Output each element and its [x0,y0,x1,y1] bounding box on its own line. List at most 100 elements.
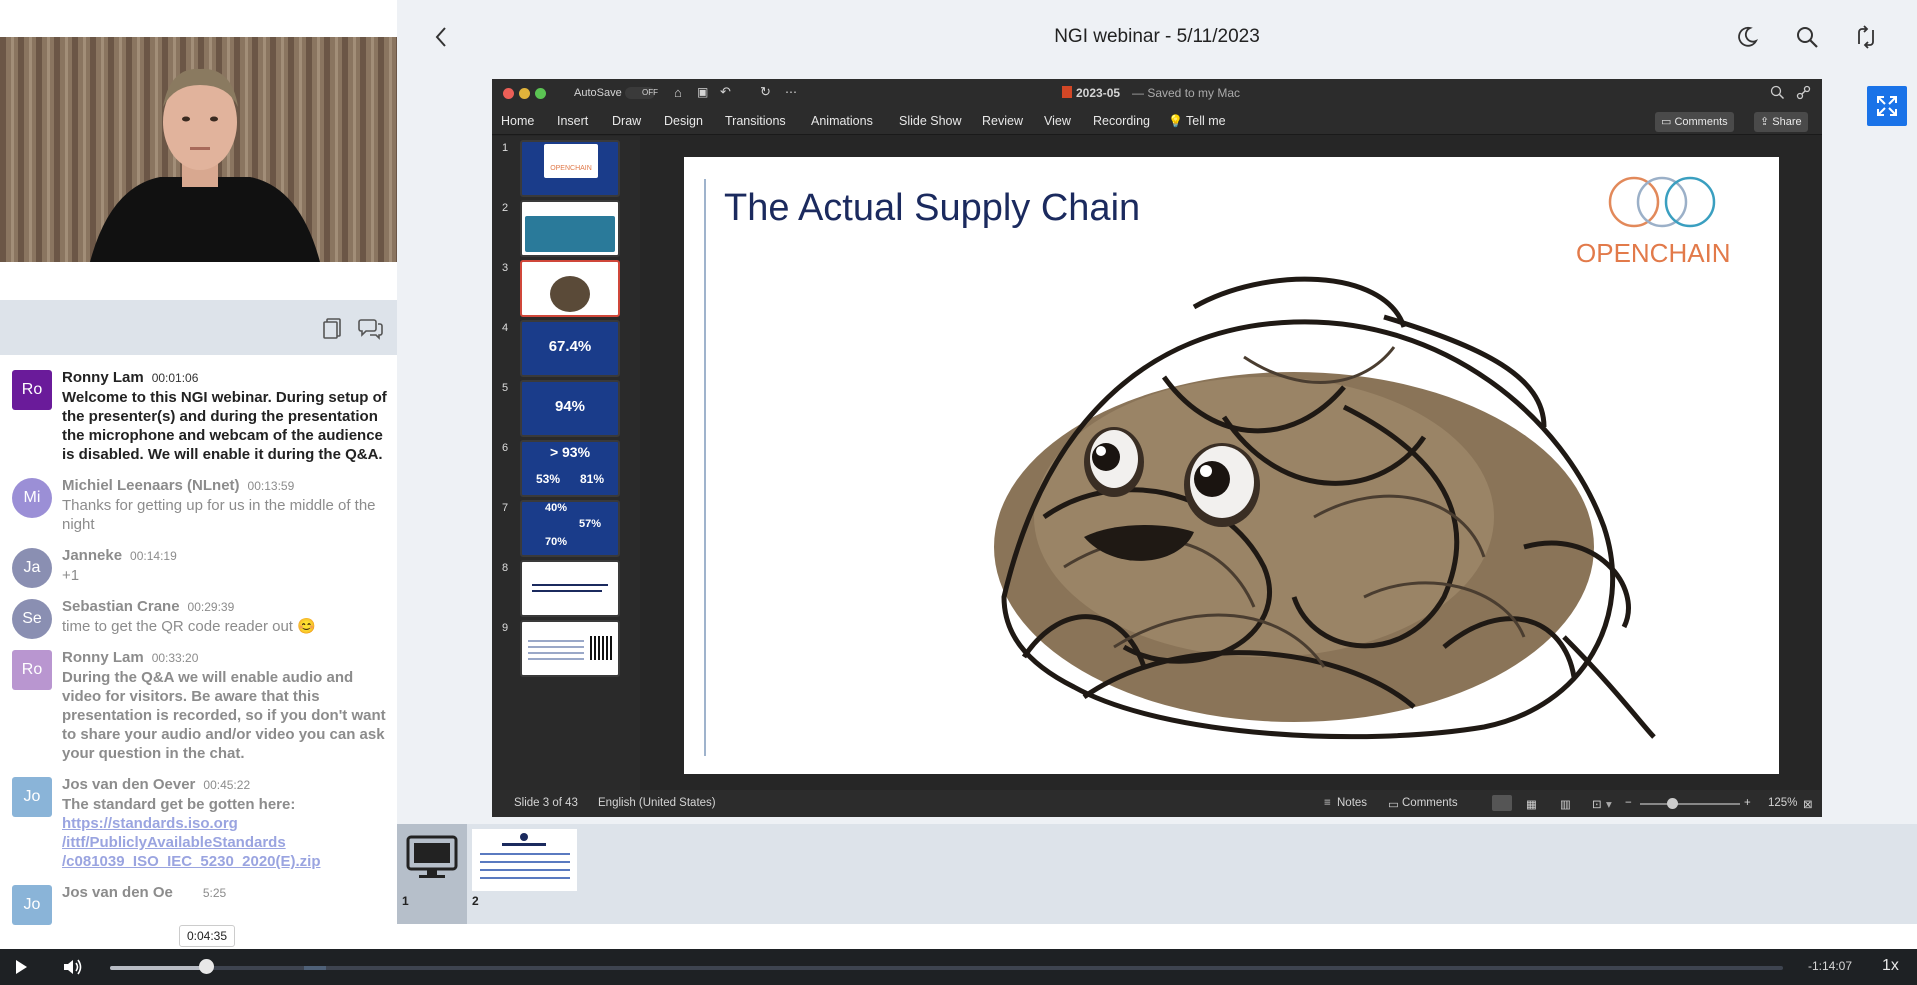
tangled-blob-illustration [994,276,1656,740]
slide-sorter-icon[interactable]: ▦ [1526,797,1537,811]
normal-view-icon[interactable] [1492,795,1512,811]
thumb-number: 2 [502,202,509,214]
zoom-in-icon[interactable]: + [1744,797,1751,809]
chat-message: Ro Ronny Lam 00:33:20 During the Q&A we w… [0,648,397,763]
home-icon[interactable]: ⌂ [674,85,682,100]
minimize-dot[interactable] [519,88,530,99]
thumb-map-image [525,216,615,252]
volume-icon[interactable] [62,958,82,976]
reading-view-icon[interactable]: ▥ [1560,797,1571,811]
lightbulb-icon: 💡 [1168,114,1183,128]
swap-layout-icon[interactable] [1853,24,1879,50]
openchain-logo: OPENCHAIN [1576,176,1731,268]
ribbon-tab-draw[interactable]: Draw [612,114,641,128]
seek-track[interactable] [110,966,1783,970]
strip-item-slide[interactable] [472,829,577,891]
webcam-video[interactable] [0,37,397,262]
thumb-text-block [528,640,584,660]
ribbon-tab-home[interactable]: Home [501,114,534,128]
ppt-share-button[interactable]: ⇪ Share [1754,112,1808,132]
ppt-search-icon[interactable] [1770,85,1785,100]
zoom-level[interactable]: 125% [1768,797,1797,809]
zoom-dot[interactable] [535,88,546,99]
undo-icon[interactable]: ↶ [720,84,731,100]
share-arrow-icon: ⇪ [1760,116,1773,128]
message-text: Welcome to this NGI webinar. During setu… [62,389,387,463]
current-slide[interactable]: The Actual Supply Chain OPENCHAIN [684,157,1779,774]
zoom-slider[interactable] [1640,803,1740,805]
slide-thumbnail[interactable]: 94% [520,380,620,437]
ribbon-tab-slide-show[interactable]: Slide Show [899,114,962,128]
save-icon[interactable]: ▣ [697,85,708,99]
language-status[interactable]: English (United States) [598,797,716,809]
ribbon-tab-transitions[interactable]: Transitions [725,114,786,128]
slide-strip: 1 2 [397,824,1917,924]
fit-slide-icon[interactable]: ⊠ [1803,797,1813,811]
ribbon-tab-animations[interactable]: Animations [811,114,873,128]
thumb-number: 3 [502,262,509,274]
ribbon-tab-recording[interactable]: Recording [1093,114,1150,128]
message-text: During the Q&A we will enable audio and … [62,669,386,762]
avatar: Ro [12,370,52,410]
message-text: +1 [62,567,80,584]
search-icon[interactable] [1794,24,1820,50]
slideshow-view-icon[interactable]: ⊡ [1592,797,1602,811]
link-line[interactable]: https://standards.iso.org [62,814,391,833]
dark-mode-moon-icon[interactable] [1734,24,1760,50]
close-dot[interactable] [503,88,514,99]
slide-thumbnail[interactable]: 40% 57% 70% [520,500,620,557]
slide-accent-line [704,179,706,756]
ribbon-tab-design[interactable]: Design [664,114,703,128]
left-panel: Ro Ronny Lam 00:01:06 Welcome to this NGI… [0,0,397,949]
message-link[interactable]: https://standards.iso.org /ittf/Publicly… [62,814,391,871]
zoom-slider-thumb[interactable] [1667,798,1678,809]
slide-thumbnail-selected[interactable] [520,260,620,317]
ppt-comments-button[interactable]: ▭ Comments [1655,112,1734,132]
ppt-file-icon [1062,86,1072,98]
slide-title: The Actual Supply Chain [724,187,1141,229]
ribbon-tab-view[interactable]: View [1044,114,1071,128]
slide-thumbnail[interactable]: 67.4% [520,320,620,377]
slide-thumbnail[interactable]: > 93% 53% 81% [520,440,620,497]
slide-thumbnail[interactable] [520,200,620,257]
more-icon[interactable]: ⋯ [785,85,797,99]
message-time: 00:33:20 [151,651,199,665]
slide-thumbnail[interactable]: OPENCHAIN [520,140,620,197]
slide-thumbnail[interactable] [520,620,620,677]
seek-handle[interactable] [199,959,214,974]
status-comments-button[interactable]: Comments [1402,797,1458,809]
thumb-stat: 94% [554,398,586,415]
ribbon-tab-review[interactable]: Review [982,114,1023,128]
ribbon-tell-me[interactable]: Tell me [1186,114,1226,128]
playback-bar [0,949,1917,985]
slideshow-dropdown-icon[interactable]: ▾ [1606,797,1612,811]
chat-message: Ro Ronny Lam 00:01:06 Welcome to this NGI… [0,368,397,464]
chat-message: Ja Janneke 00:14:19 +1 [0,546,397,588]
monitor-icon [406,835,458,878]
strip-item-screenshare[interactable]: 1 [397,824,467,924]
copy-icon[interactable] [320,315,346,341]
playback-rate-button[interactable]: 1x [1882,957,1899,975]
message-author: Jos van den Oe [62,884,173,901]
slide-thumbnail-panel: 1 OPENCHAIN 2 3 4 67.4% 5 94% 6 > 93% 53… [492,136,640,790]
play-icon[interactable] [13,959,29,975]
redo-icon[interactable]: ↻ [760,84,771,100]
seek-tooltip: 0:04:35 [179,925,235,947]
zoom-out-icon[interactable]: − [1625,797,1632,809]
message-text: time to get the QR code reader out 😊 [62,618,316,635]
ppt-titlebar: AutoSave OFF ⌂ ▣ ↶ ↻ ⋯ 2023-05 — Saved t… [492,79,1822,107]
slide-thumbnail[interactable] [520,560,620,617]
notes-button[interactable]: Notes [1337,797,1367,809]
link-line[interactable]: /ittf/PubliclyAvailableStandards [62,833,391,852]
ribbon-tab-insert[interactable]: Insert [557,114,588,128]
fullscreen-button[interactable] [1867,86,1907,126]
comment-bubble-icon: ▭ [1661,116,1675,128]
strip-number: 1 [402,894,409,908]
chat-bubbles-icon[interactable] [358,315,384,341]
strip-thumb-title [502,843,546,846]
thumb-text-line [532,584,608,586]
link-line[interactable]: /c081039_ISO_IEC_5230_2020(E).zip [62,852,391,871]
ppt-share-link-icon[interactable] [1796,85,1811,100]
message-time: 5:25 [202,886,227,900]
page-title: NGI webinar - 5/11/2023 [1054,26,1260,47]
